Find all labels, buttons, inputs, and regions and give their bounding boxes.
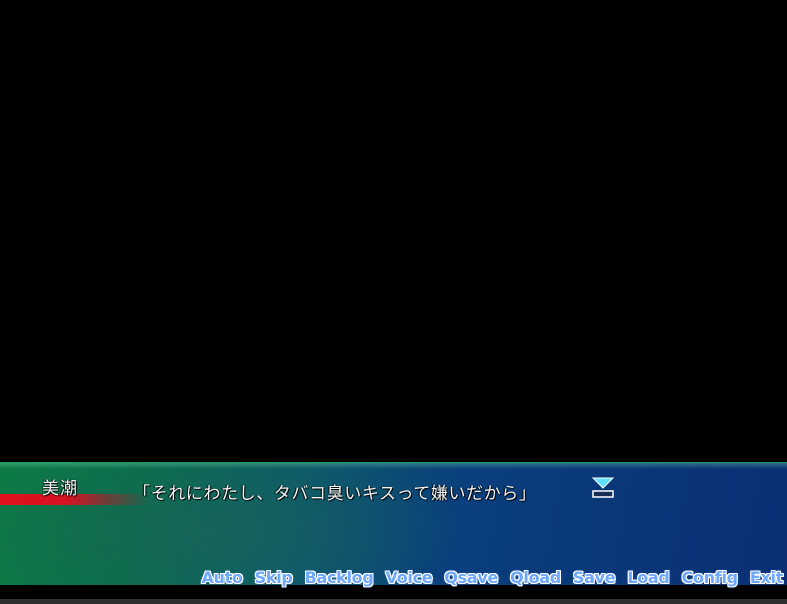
qload-button[interactable]: Qload: [510, 568, 561, 587]
skip-button[interactable]: Skip: [255, 568, 293, 587]
voice-button[interactable]: Voice: [386, 568, 433, 587]
scene-background: [0, 0, 787, 462]
textbox-sheen: [0, 463, 787, 469]
system-menu: Auto Skip Backlog Voice Qsave Qload Save…: [201, 568, 783, 587]
dialogue-text: 「それにわたし、タバコ臭いキスって嫌いだから」: [133, 484, 537, 504]
qsave-button[interactable]: Qsave: [444, 568, 498, 587]
speaker-name: 美潮: [42, 479, 78, 499]
auto-button[interactable]: Auto: [201, 568, 243, 587]
exit-button[interactable]: Exit: [750, 568, 783, 587]
config-button[interactable]: Config: [682, 568, 739, 587]
backlog-button[interactable]: Backlog: [305, 568, 374, 587]
bottom-border-bar: [0, 599, 787, 604]
next-page-arrow-icon: [591, 477, 615, 498]
save-button[interactable]: Save: [573, 568, 616, 587]
load-button[interactable]: Load: [627, 568, 670, 587]
